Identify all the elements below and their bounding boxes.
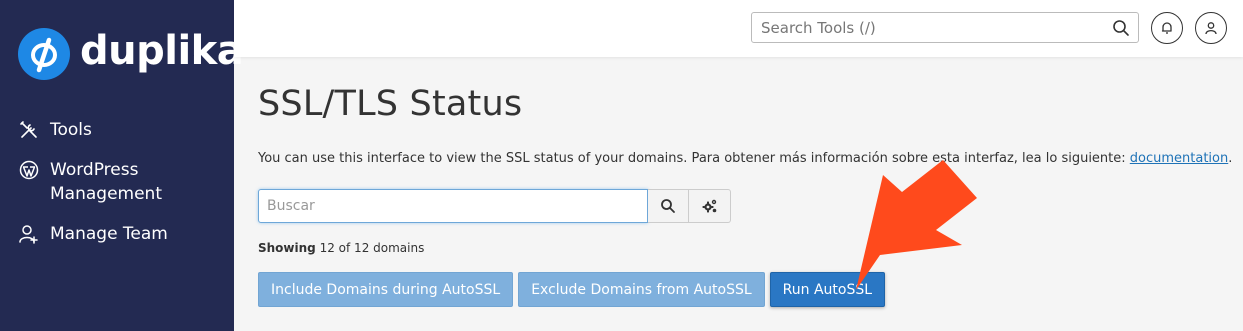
showing-count: 12 of 12 domains (319, 241, 425, 255)
annotation-arrow-icon (856, 160, 977, 290)
settings-button[interactable] (689, 189, 731, 223)
page-description: You can use this interface to view the S… (258, 151, 1232, 166)
top-bar (234, 0, 1243, 57)
documentation-link[interactable]: documentation (1130, 151, 1228, 166)
duplika-logo-icon (18, 28, 70, 80)
user-icon (1205, 22, 1217, 35)
search-tools-input[interactable] (752, 18, 1102, 37)
team-icon (18, 222, 40, 246)
tools-search (751, 12, 1139, 43)
page-title: SSL/TLS Status (258, 84, 523, 124)
sidebar-item-label: Manage Team (50, 224, 168, 244)
sidebar-item-manage-team[interactable]: Manage Team (18, 222, 228, 246)
sidebar-item-label: WordPress Management (50, 160, 162, 204)
domain-search-input[interactable] (258, 189, 648, 223)
tools-icon (18, 118, 40, 142)
sidebar-nav: Tools WordPress Management Manage Team (18, 118, 228, 262)
description-text: You can use this interface to view the S… (258, 151, 1130, 166)
description-end: . (1228, 151, 1233, 166)
search-icon (661, 199, 675, 213)
domain-count: Showing 12 of 12 domains (258, 241, 424, 255)
bell-icon (1161, 22, 1172, 34)
domain-filter-row (258, 189, 731, 223)
sidebar-item-tools[interactable]: Tools (18, 118, 228, 142)
sidebar-item-label: Tools (50, 120, 92, 140)
brand-name: duplika (80, 28, 244, 74)
search-icon[interactable] (1112, 19, 1130, 37)
notifications-button[interactable] (1151, 12, 1183, 44)
showing-label: Showing (258, 241, 316, 255)
brand-logo[interactable]: duplika (18, 28, 244, 80)
exclude-domains-button[interactable]: Exclude Domains from AutoSSL (518, 272, 765, 307)
sidebar-item-wordpress[interactable]: WordPress Management (18, 158, 228, 206)
sidebar: duplika Tools WordPress Management Manag… (0, 0, 244, 331)
wordpress-icon (18, 158, 40, 182)
user-menu-button[interactable] (1195, 12, 1227, 44)
autossl-actions: Include Domains during AutoSSL Exclude D… (258, 272, 890, 307)
search-button[interactable] (648, 189, 689, 223)
include-domains-button[interactable]: Include Domains during AutoSSL (258, 272, 514, 307)
gears-icon (702, 199, 716, 213)
